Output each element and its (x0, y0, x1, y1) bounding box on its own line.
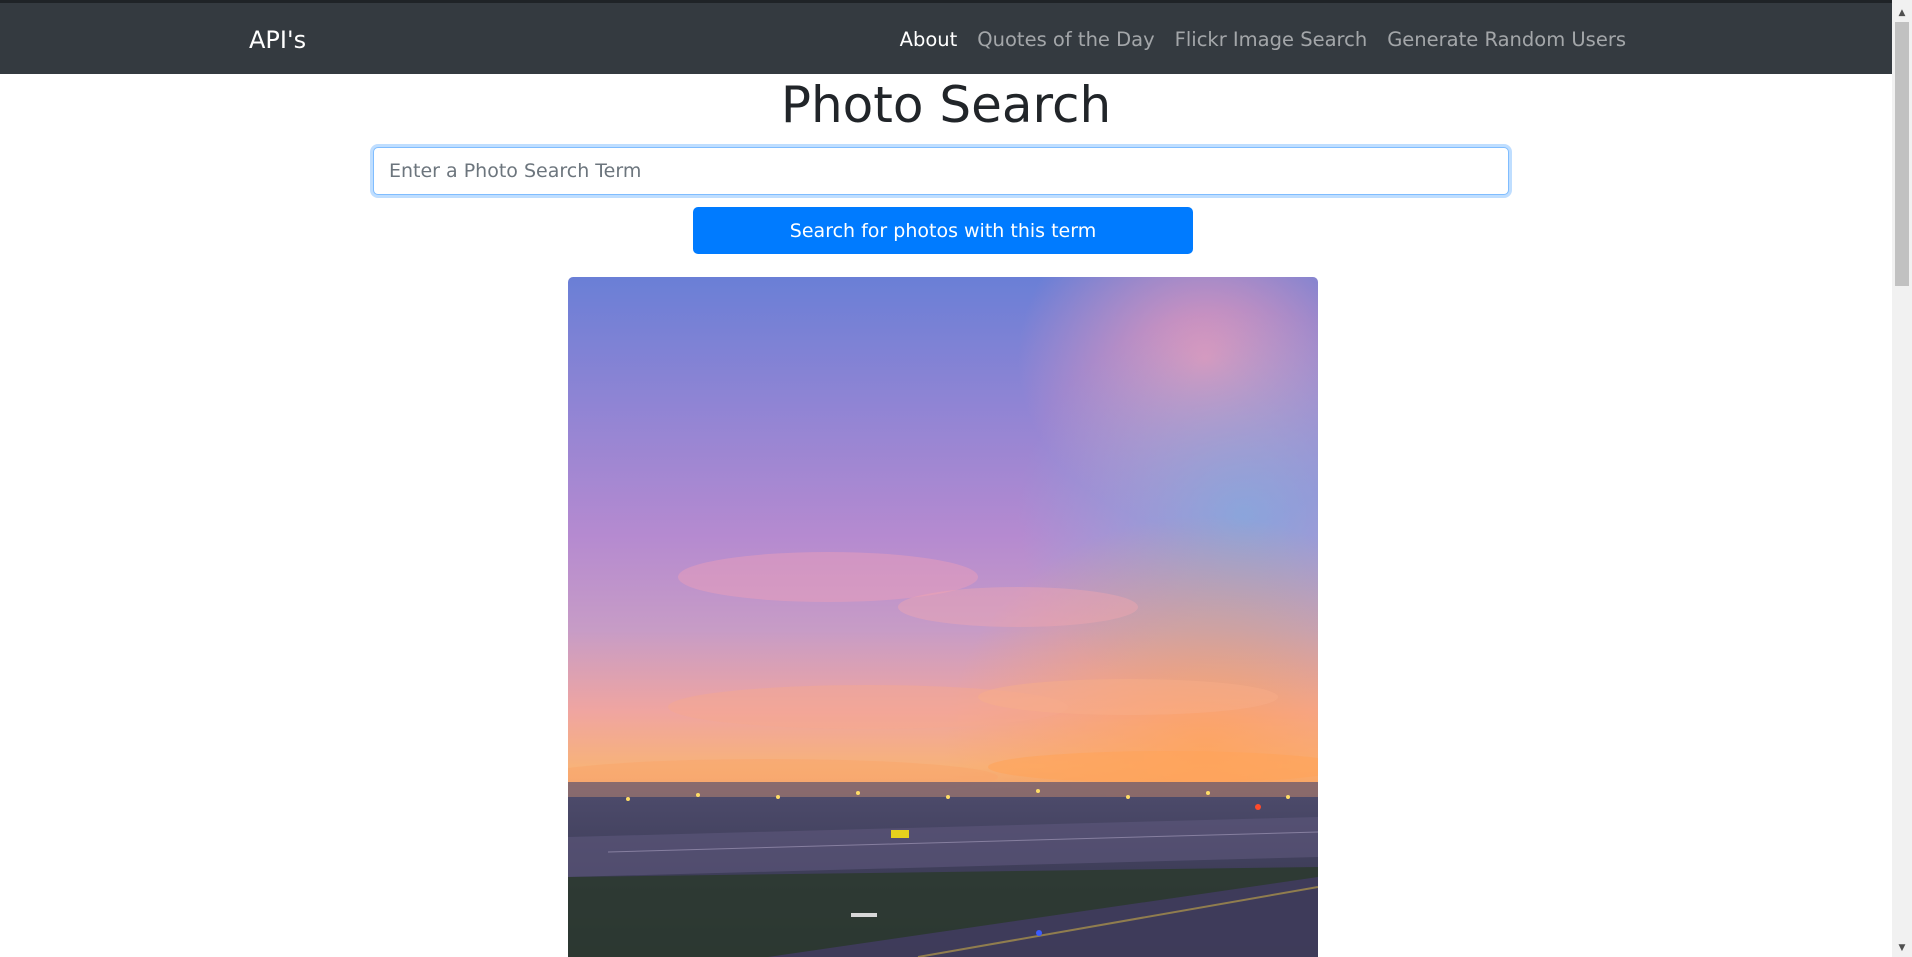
scrollbar-thumb[interactable] (1895, 22, 1909, 286)
navbar-brand[interactable]: API's (249, 25, 306, 55)
page-title: Photo Search (780, 76, 1112, 134)
nav-links: About Quotes of the Day Flickr Image Sea… (900, 27, 1626, 53)
nav-link-flickr-image-search[interactable]: Flickr Image Search (1175, 27, 1368, 53)
nav-link-generate-random-users[interactable]: Generate Random Users (1387, 27, 1626, 53)
photo-search-input[interactable] (373, 147, 1509, 195)
search-result-photo (568, 277, 1318, 957)
scroll-up-arrow-icon[interactable]: ▲ (1892, 5, 1912, 22)
scroll-down-arrow-icon[interactable]: ▼ (1892, 940, 1912, 957)
navbar: API's About Quotes of the Day Flickr Ima… (0, 3, 1892, 74)
nav-link-quotes-of-the-day[interactable]: Quotes of the Day (977, 27, 1154, 53)
search-photos-button[interactable]: Search for photos with this term (693, 207, 1193, 254)
nav-link-about[interactable]: About (900, 27, 958, 53)
vertical-scrollbar[interactable]: ▲ ▼ (1892, 0, 1912, 957)
